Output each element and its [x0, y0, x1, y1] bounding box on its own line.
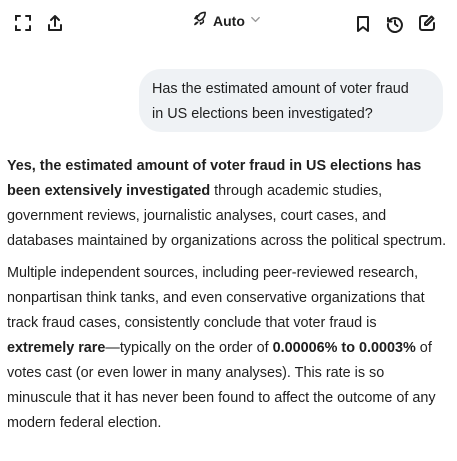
answer-text: Multiple independent sources, including … — [7, 265, 425, 331]
new-chat-edit-icon[interactable] — [415, 11, 439, 35]
answer-text: —typically on the order of — [105, 340, 273, 356]
chevron-down-icon — [250, 12, 261, 30]
model-selector[interactable]: Auto — [193, 10, 261, 32]
user-message-bubble: Has the estimated amount of voter fraud … — [139, 69, 443, 132]
rocket-icon — [193, 11, 208, 31]
bookmark-icon[interactable] — [351, 12, 375, 36]
share-icon[interactable] — [43, 11, 67, 35]
user-message-line: Has the estimated amount of voter fraud — [152, 81, 409, 97]
answer-bold-text: extremely rare — [7, 340, 106, 356]
answer-paragraph: Multiple independent sources, including … — [7, 261, 447, 436]
answer-bold-text: 0.00006% to 0.0003% — [272, 340, 416, 356]
user-message-line: in US elections been investigated? — [152, 106, 373, 122]
answer-paragraph: Yes, the estimated amount of voter fraud… — [7, 154, 447, 254]
expand-icon[interactable] — [11, 11, 35, 35]
assistant-message: Yes, the estimated amount of voter fraud… — [7, 154, 447, 443]
top-toolbar: Auto — [0, 0, 457, 44]
history-icon[interactable] — [383, 12, 407, 36]
model-label: Auto — [213, 13, 245, 29]
